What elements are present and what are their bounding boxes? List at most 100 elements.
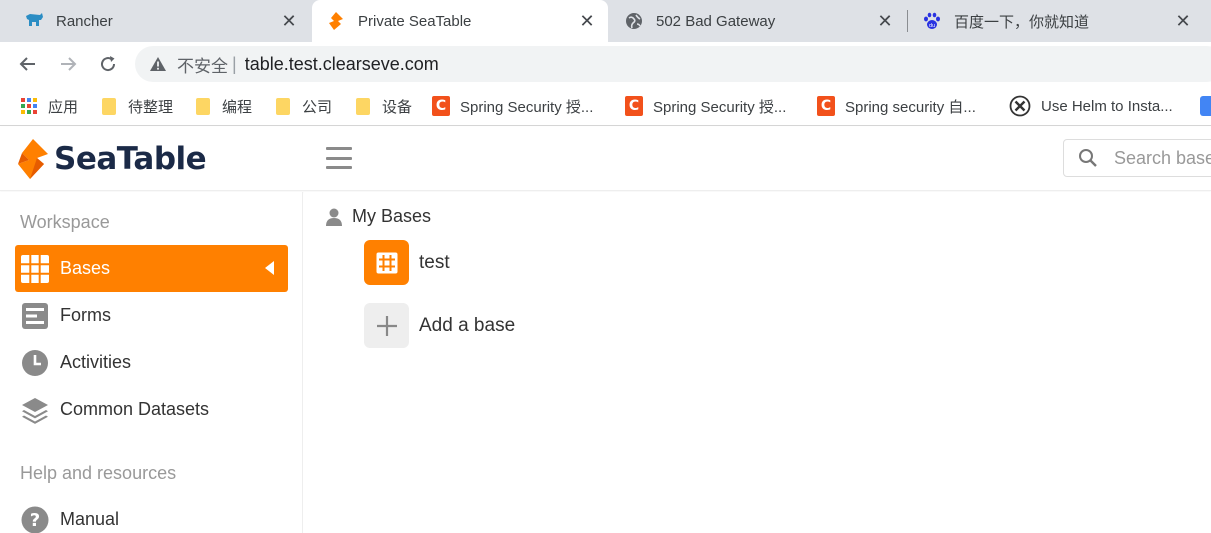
sidebar-item-label: Forms [60,305,111,325]
user-icon [326,208,342,226]
browser-toolbar: 不安全 | table.test.clearseve.com [0,42,1211,86]
bookmark-folder[interactable]: 公司 [274,86,332,126]
section-title: My Bases [352,206,432,226]
address-bar[interactable]: 不安全 | table.test.clearseve.com [135,46,1211,82]
tab-rancher[interactable]: Rancher ✕ [10,0,310,42]
close-tab-icon[interactable]: ✕ [278,10,300,32]
sidebar-item-label: Manual [60,509,120,529]
base-name: test [419,251,450,273]
sidebar-item-label: Activities [60,352,132,372]
sidebar-item-common-datasets[interactable]: Common Datasets [15,386,288,433]
logo-text: SeaTable [54,141,207,177]
my-bases-heading: My Bases [326,206,431,227]
tab-title: 502 Bad Gateway [656,12,776,30]
help-circle-icon: ? [21,506,49,533]
bookmark-label: 设备 [382,98,413,116]
hamburger-bar [326,156,352,160]
forward-button[interactable] [54,50,82,78]
folder-icon [194,97,212,115]
base-item[interactable]: test [364,240,450,285]
warning-icon[interactable] [149,55,167,73]
csdn-icon: C [625,96,643,116]
folder-icon [354,97,372,115]
app-header: SeaTable [0,127,1211,191]
add-base-button[interactable]: Add a base [364,303,515,348]
reload-button[interactable] [94,50,122,78]
table-grid-icon [364,240,409,285]
plus-icon [364,303,409,348]
search-box[interactable] [1063,139,1211,177]
helm-icon [1009,95,1031,117]
bookmark-link[interactable]: C Spring Security 授... [432,86,593,126]
bookmark-label: 待整理 [128,98,174,116]
bookmark-overflow-icon [1200,96,1211,116]
bookmark-link[interactable]: C Spring security 自... [817,86,976,126]
security-label: 不安全 [177,56,228,76]
add-base-label: Add a base [419,314,516,336]
csdn-icon: C [817,96,835,116]
hamburger-bar [326,147,352,150]
arrow-right-icon [61,57,77,71]
main-content: My Bases test Add a base [304,192,1211,533]
clock-icon [21,349,49,377]
tab-title: 百度一下，你就知道 [954,13,1090,31]
search-input[interactable] [1114,147,1211,169]
seatable-logo[interactable]: SeaTable [18,139,207,179]
arrow-left-icon [19,57,35,71]
baidu-icon: du [922,11,942,31]
tab-title: Rancher [56,12,113,30]
hamburger-bar [326,166,352,169]
bookmark-label: Spring Security 授... [653,98,787,116]
tab-502-bad-gateway[interactable]: 502 Bad Gateway ✕ [610,0,906,42]
back-button[interactable] [14,50,42,78]
url-text[interactable]: table.test.clearseve.com [245,54,439,75]
bookmark-apps[interactable]: 应用 [20,86,78,126]
seatable-icon [326,11,346,31]
caret-left-icon [265,261,274,275]
tab-title: Private SeaTable [358,12,472,30]
grid-icon [21,254,49,283]
sidebar-item-manual[interactable]: ? Manual [15,496,288,533]
close-tab-icon[interactable]: ✕ [576,10,598,32]
layers-icon [21,396,49,424]
search-icon [1078,148,1098,168]
sidebar-item-activities[interactable]: Activities [15,339,288,386]
close-tab-icon[interactable]: ✕ [874,10,896,32]
close-tab-icon[interactable]: ✕ [1172,10,1194,32]
folder-icon [274,97,292,115]
bookmark-label: 编程 [222,98,253,116]
rancher-icon [24,11,44,31]
reload-icon [101,56,116,72]
help-heading: Help and resources [20,463,177,483]
bookmark-link[interactable]: C Spring Security 授... [625,86,786,126]
sidebar: Workspace Bases Forms Activities Common … [0,192,303,533]
sidebar-item-bases[interactable]: Bases [15,245,288,292]
bookmark-label: 应用 [48,98,79,116]
bookmark-label: 公司 [302,98,333,116]
browser-tab-strip: Rancher ✕ Private SeaTable ✕ 502 Bad Gat… [0,0,1211,42]
sidebar-item-label: Common Datasets [60,399,210,419]
bookmarks-bar: 应用 待整理 编程 公司 设备 C Spring Security 授... C… [0,86,1211,126]
bookmark-folder[interactable]: 设备 [354,86,412,126]
svg-text:?: ? [30,510,40,531]
svg-text:du: du [929,23,935,29]
globe-icon [624,11,644,31]
bookmark-link[interactable]: Use Helm to Insta... [1009,86,1173,126]
sidebar-item-forms[interactable]: Forms [15,292,288,339]
menu-toggle-button[interactable] [326,147,352,169]
bookmark-label: Use Helm to Insta... [1041,97,1173,115]
bookmark-folder[interactable]: 待整理 [100,86,173,126]
folder-icon [100,97,118,115]
sidebar-item-label: Bases [60,258,111,278]
bookmark-label: Spring Security 授... [460,98,594,116]
form-icon [21,302,49,330]
bookmark-folder[interactable]: 编程 [194,86,252,126]
workspace-heading: Workspace [20,212,110,232]
tab-private-seatable[interactable]: Private SeaTable ✕ [312,0,608,42]
bookmark-overflow[interactable] [1200,86,1211,126]
csdn-icon: C [432,96,450,116]
tab-baidu[interactable]: du 百度一下，你就知道 ✕ [908,0,1204,42]
seatable-logo-icon [18,139,48,179]
address-separator: | [232,53,237,74]
apps-grid-icon [20,97,38,115]
